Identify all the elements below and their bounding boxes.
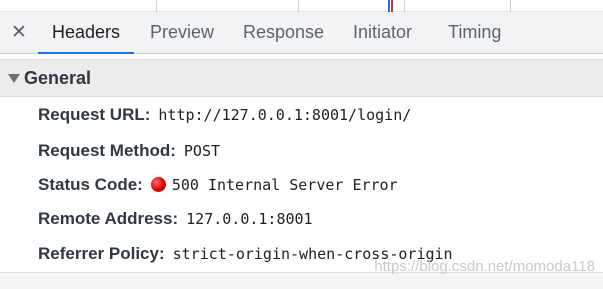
close-icon[interactable]: ✕ bbox=[8, 20, 30, 46]
tab-preview[interactable]: Preview bbox=[150, 12, 214, 54]
tab-headers[interactable]: Headers bbox=[37, 12, 135, 54]
status-code-value: 500 Internal Server Error bbox=[171, 176, 398, 194]
row-label: Remote Address: bbox=[38, 209, 179, 228]
divider bbox=[156, 0, 157, 12]
divider bbox=[404, 0, 405, 12]
tab-initiator[interactable]: Initiator bbox=[353, 12, 412, 54]
request-method-row: Request Method: POST bbox=[38, 139, 220, 163]
status-code-row: Status Code: 500 Internal Server Error bbox=[38, 173, 398, 197]
status-error-dot-icon bbox=[150, 177, 166, 192]
tab-timing[interactable]: Timing bbox=[448, 12, 501, 54]
request-url-value: http://127.0.0.1:8001/login/ bbox=[158, 106, 412, 124]
timeline-marker bbox=[388, 0, 390, 12]
row-label: Referrer Policy: bbox=[38, 244, 165, 263]
remote-address-row: Remote Address: 127.0.0.1:8001 bbox=[38, 207, 313, 231]
general-section-header[interactable]: General bbox=[0, 59, 603, 97]
watermark: https://blog.csdn.net/momoda118 bbox=[374, 258, 595, 275]
remote-address-value: 127.0.0.1:8001 bbox=[186, 210, 313, 228]
top-panel-strip bbox=[0, 0, 603, 12]
request-method-value: POST bbox=[183, 142, 221, 160]
expand-triangle-icon[interactable] bbox=[8, 74, 20, 83]
row-label: Request URL: bbox=[38, 105, 151, 124]
request-url-row: Request URL: http://127.0.0.1:8001/login/ bbox=[38, 103, 411, 127]
detail-tabbar: ✕ Headers Preview Response Initiator Tim… bbox=[0, 12, 603, 54]
divider bbox=[298, 0, 299, 12]
section-title: General bbox=[24, 68, 92, 88]
row-label: Request Method: bbox=[38, 141, 176, 160]
tab-response[interactable]: Response bbox=[243, 12, 324, 54]
divider bbox=[510, 0, 511, 12]
next-section-strip bbox=[0, 273, 603, 289]
row-label: Status Code: bbox=[38, 175, 143, 194]
timeline-marker bbox=[391, 0, 393, 12]
